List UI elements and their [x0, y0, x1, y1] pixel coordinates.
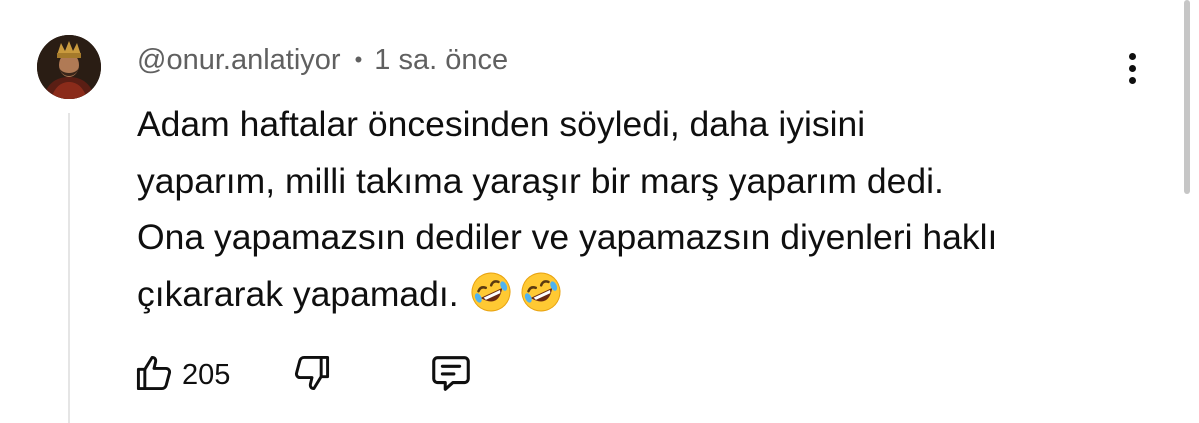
- comment-line: Adam haftalar öncesinden söyledi, daha i…: [137, 104, 866, 144]
- reply-button[interactable]: [428, 350, 474, 400]
- comment-time[interactable]: 1 sa. önce: [374, 44, 508, 77]
- emoji-group: [469, 270, 563, 314]
- comment-line-text: çıkararak yapamadı.: [137, 273, 459, 314]
- thread-line: [68, 113, 70, 423]
- comment-text: Adam haftalar öncesinden söyledi, daha i…: [137, 96, 1137, 322]
- rolling-on-floor-laughing-emoji: [469, 270, 513, 314]
- meta-separator: •: [354, 47, 363, 72]
- like-count: 205: [182, 358, 231, 391]
- more-actions-button[interactable]: [1112, 48, 1152, 88]
- more-vert-icon-dot: [1128, 52, 1136, 60]
- reply-comment-icon: [428, 350, 474, 401]
- more-vert-icon-dot: [1128, 76, 1136, 84]
- like-button[interactable]: 205: [132, 350, 230, 400]
- thumbs-up-icon: [132, 351, 176, 400]
- comment-meta: @onur.anlatiyor • 1 sa. önce: [137, 40, 508, 80]
- avatar[interactable]: [37, 35, 101, 99]
- dislike-button[interactable]: [290, 350, 334, 400]
- comment-line: yaparım, milli takıma yaraşır bir marş y…: [137, 160, 944, 201]
- comment-line: Ona yapamazsın dediler ve yapamazsın diy…: [137, 217, 998, 257]
- comment-author[interactable]: @onur.anlatiyor: [137, 44, 341, 77]
- comment-line-last: çıkararak yapamadı.: [137, 266, 1137, 323]
- scrollbar-thumb[interactable]: [1184, 0, 1190, 194]
- more-vert-icon-dot: [1128, 64, 1136, 72]
- rolling-on-floor-laughing-emoji: [519, 270, 563, 314]
- thumbs-down-icon: [290, 351, 334, 400]
